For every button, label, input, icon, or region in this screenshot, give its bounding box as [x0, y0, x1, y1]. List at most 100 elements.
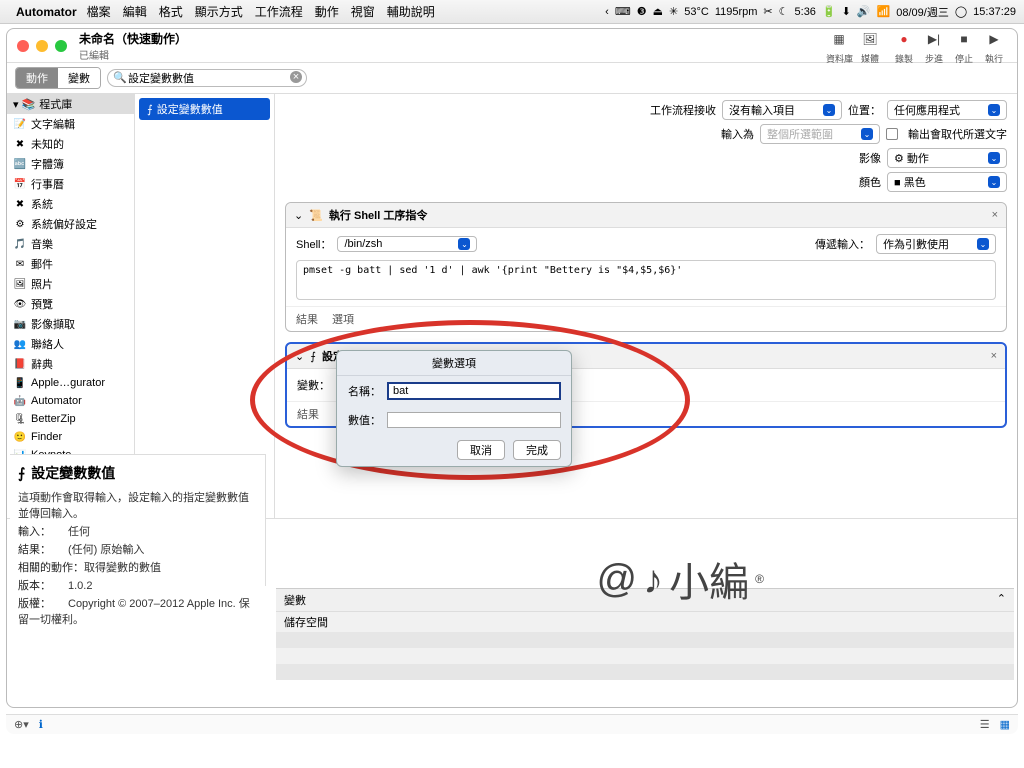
sidebar-item[interactable]: 🤖Automator — [7, 392, 134, 410]
back-icon[interactable]: ‹ — [605, 6, 609, 18]
results-tab[interactable]: 結果 — [297, 406, 319, 422]
receives-select[interactable]: 沒有輸入項目⌄ — [722, 100, 842, 120]
app-icon: ✉ — [13, 257, 27, 271]
app-icon: 👁 — [13, 297, 27, 311]
library-segmented[interactable]: 動作 變數 — [15, 67, 101, 89]
flow-view-icon[interactable]: ▦ — [1000, 718, 1010, 731]
app-name[interactable]: Automator — [16, 5, 77, 19]
menu-edit[interactable]: 編輯 — [123, 3, 147, 20]
search-field[interactable]: 🔍 × — [107, 69, 307, 87]
seg-variables[interactable]: 變數 — [58, 68, 100, 88]
menu-help[interactable]: 輔助說明 — [387, 3, 435, 20]
collapse-icon[interactable]: ⌃ — [997, 592, 1006, 608]
sidebar-item[interactable]: 🙂Finder — [7, 428, 134, 446]
record-button[interactable]: ● — [891, 28, 917, 52]
dnd-icon[interactable]: ☾ — [779, 5, 789, 18]
dl-icon[interactable]: ⬇ — [842, 5, 851, 18]
num-icon[interactable]: ❸ — [637, 5, 647, 18]
shell-select[interactable]: /bin/zsh⌄ — [337, 236, 477, 252]
sidebar-item[interactable]: 🗜BetterZip — [7, 410, 134, 428]
volume-icon[interactable]: 🔊 — [857, 5, 871, 18]
run-button[interactable]: ▶ — [981, 28, 1007, 52]
menu-file[interactable]: 檔案 — [87, 3, 111, 20]
app-icon: 📕 — [13, 357, 27, 371]
wifi-icon[interactable]: 📶 — [877, 5, 891, 18]
date-text: 08/09/週三 — [896, 4, 949, 20]
replace-checkbox[interactable] — [886, 128, 898, 140]
variable-options-dialog: 變數選項 名稱： 數值： 取消 完成 — [336, 350, 572, 467]
variable-value-field[interactable] — [387, 412, 561, 428]
options-tab[interactable]: 選項 — [332, 311, 354, 327]
temp-text: 53°C — [684, 6, 709, 18]
step-button[interactable]: ▶| — [921, 28, 947, 52]
sidebar-root[interactable]: ▾ 📚程式庫 — [7, 94, 134, 114]
input-select[interactable]: 整個所選範圍⌄ — [760, 124, 880, 144]
list-view-icon[interactable]: ☰ — [980, 718, 990, 731]
menu-action[interactable]: 動作 — [315, 3, 339, 20]
minimize-window[interactable] — [36, 40, 48, 52]
results-tab[interactable]: 結果 — [296, 311, 318, 327]
sidebar-item[interactable]: 📷影像擷取 — [7, 314, 134, 334]
add-button[interactable]: ⊕▾ — [14, 718, 29, 731]
sidebar-item[interactable]: ✖系統 — [7, 194, 134, 214]
sidebar-item[interactable]: 📱Apple…gurator — [7, 374, 134, 392]
close-window[interactable] — [17, 40, 29, 52]
battery-icon: 🔋 — [822, 5, 836, 18]
siri-icon[interactable]: ◯ — [955, 5, 967, 18]
app-icon: 🖼 — [13, 277, 27, 291]
fan-icon: ✳ — [669, 5, 678, 18]
app-icon: 📝 — [13, 117, 27, 131]
disclosure-icon[interactable]: ⌄ — [295, 350, 304, 363]
media-button[interactable]: 🖼 — [857, 28, 883, 52]
sidebar-item[interactable]: 🔤字體簿 — [7, 154, 134, 174]
sidebar-item[interactable]: 📕辭典 — [7, 354, 134, 374]
scissors-icon[interactable]: ✂ — [763, 5, 772, 18]
menu-window[interactable]: 視窗 — [351, 3, 375, 20]
variable-name-field[interactable] — [387, 382, 561, 400]
shell-code[interactable]: pmset -g batt | sed '1 d' | awk '{print … — [296, 260, 996, 300]
sidebar-item[interactable]: ✖未知的 — [7, 134, 134, 154]
done-button[interactable]: 完成 — [513, 440, 561, 460]
info-icon[interactable]: ℹ — [39, 718, 43, 731]
statusbar: ⊕▾ ℹ ☰ ▦ — [6, 714, 1018, 734]
image-select[interactable]: ⚙ 動作⌄ — [887, 148, 1007, 168]
sidebar-item[interactable]: 👥聯絡人 — [7, 334, 134, 354]
stop-button[interactable]: ■ — [951, 28, 977, 52]
sidebar-item[interactable]: 👁預覽 — [7, 294, 134, 314]
menu-view[interactable]: 顯示方式 — [195, 3, 243, 20]
clear-search[interactable]: × — [290, 71, 302, 83]
remove-action[interactable]: × — [992, 209, 998, 221]
sidebar-item[interactable]: 🖼照片 — [7, 274, 134, 294]
menu-workflow[interactable]: 工作流程 — [255, 3, 303, 20]
sidebar-item[interactable]: 📅行事曆 — [7, 174, 134, 194]
remove-action[interactable]: × — [991, 350, 997, 362]
seg-actions[interactable]: 動作 — [16, 68, 58, 88]
sidebar-item[interactable]: ✉郵件 — [7, 254, 134, 274]
zoom-window[interactable] — [55, 40, 67, 52]
dialog-title: 變數選項 — [337, 351, 571, 376]
library-toggle[interactable]: ▦ — [826, 28, 852, 52]
sidebar-item[interactable]: 📝文字編輯 — [7, 114, 134, 134]
disclosure-icon[interactable]: ⌄ — [294, 209, 303, 222]
sidebar-item[interactable]: ⚙系統偏好設定 — [7, 214, 134, 234]
app-icon: 📷 — [13, 317, 27, 331]
variable-row[interactable]: 儲存空間 — [276, 612, 1014, 632]
sidebar-item[interactable]: 🎵音樂 — [7, 234, 134, 254]
snail-icon: @ — [597, 557, 638, 602]
action-run-shell[interactable]: ⌄ 📜 執行 Shell 工序指令 × Shell： /bin/zsh⌄ 傳遞輸… — [285, 202, 1007, 332]
window-title: 未命名（快速動作） — [79, 30, 187, 47]
fan-text: 1195rpm — [715, 6, 758, 18]
app-icon: ⚙ — [13, 217, 27, 231]
titlebar: 未命名（快速動作） 已編輯 ▦資料庫 🖼媒體 ●錄製 ▶|步進 ■停止 ▶執行 — [7, 29, 1017, 63]
color-select[interactable]: ■ 黑色⌄ — [887, 172, 1007, 192]
variables-panel[interactable]: 變數⌃ 儲存空間 — [276, 588, 1014, 734]
location-select[interactable]: 任何應用程式⌄ — [887, 100, 1007, 120]
library-entry-set-variable[interactable]: ⨍ 設定變數數值 — [139, 98, 270, 120]
search-input[interactable] — [107, 69, 307, 87]
pass-input-select[interactable]: 作為引數使用⌄ — [876, 234, 996, 254]
eject-icon[interactable]: ⏏ — [653, 5, 663, 18]
cancel-button[interactable]: 取消 — [457, 440, 505, 460]
app-icon: 🤖 — [13, 394, 27, 408]
keyboard-icon[interactable]: ⌨ — [615, 5, 631, 18]
menu-format[interactable]: 格式 — [159, 3, 183, 20]
